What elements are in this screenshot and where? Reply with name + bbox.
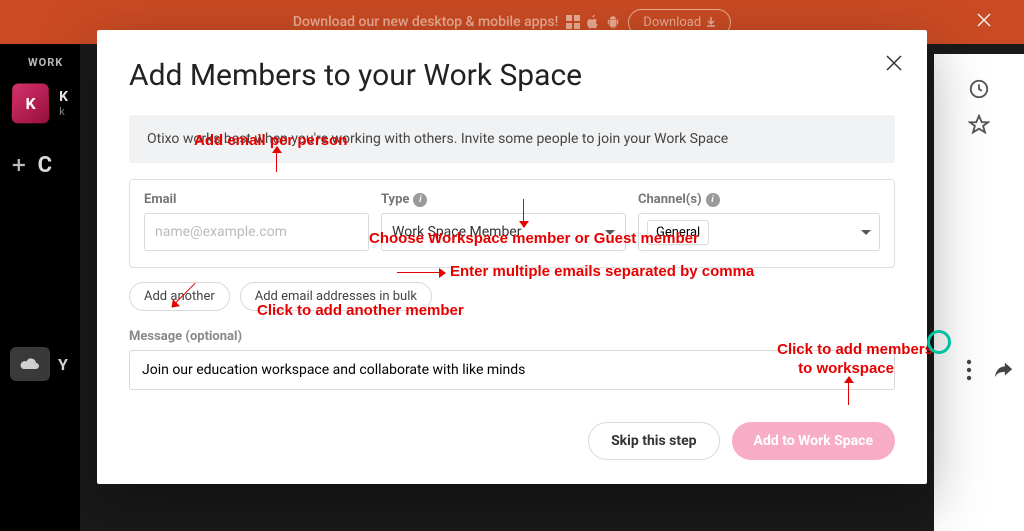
type-select-value: Work Space Member <box>392 224 521 240</box>
add-members-modal: Add Members to your Work Space Otixo wor… <box>97 30 927 484</box>
add-another-button[interactable]: Add another <box>129 282 230 311</box>
highlight-ring <box>927 330 951 354</box>
modal-title: Add Members to your Work Space <box>129 58 895 93</box>
add-to-workspace-button[interactable]: Add to Work Space <box>732 422 895 460</box>
invite-row: Email Type i Work Space Member Channel(s… <box>129 179 895 268</box>
info-icon[interactable]: i <box>706 193 720 207</box>
channels-label: Channel(s) i <box>638 192 880 207</box>
type-label: Type i <box>381 192 626 207</box>
channel-chip: General <box>647 220 709 245</box>
skip-button[interactable]: Skip this step <box>588 422 719 460</box>
message-label: Message (optional) <box>129 329 895 344</box>
modal-close-button[interactable] <box>885 54 903 76</box>
modal-overlay: Add Members to your Work Space Otixo wor… <box>0 0 1024 531</box>
close-icon <box>885 54 903 72</box>
add-bulk-button[interactable]: Add email addresses in bulk <box>240 282 432 311</box>
email-input[interactable] <box>144 213 369 251</box>
message-input[interactable] <box>129 350 895 390</box>
info-banner: Otixo works best when you're working wit… <box>129 115 895 163</box>
type-select[interactable]: Work Space Member <box>381 213 626 251</box>
channels-select[interactable]: General <box>638 213 880 251</box>
chevron-down-icon <box>605 230 615 235</box>
email-label: Email <box>144 192 369 207</box>
info-icon[interactable]: i <box>413 193 427 207</box>
chevron-down-icon <box>861 230 871 235</box>
